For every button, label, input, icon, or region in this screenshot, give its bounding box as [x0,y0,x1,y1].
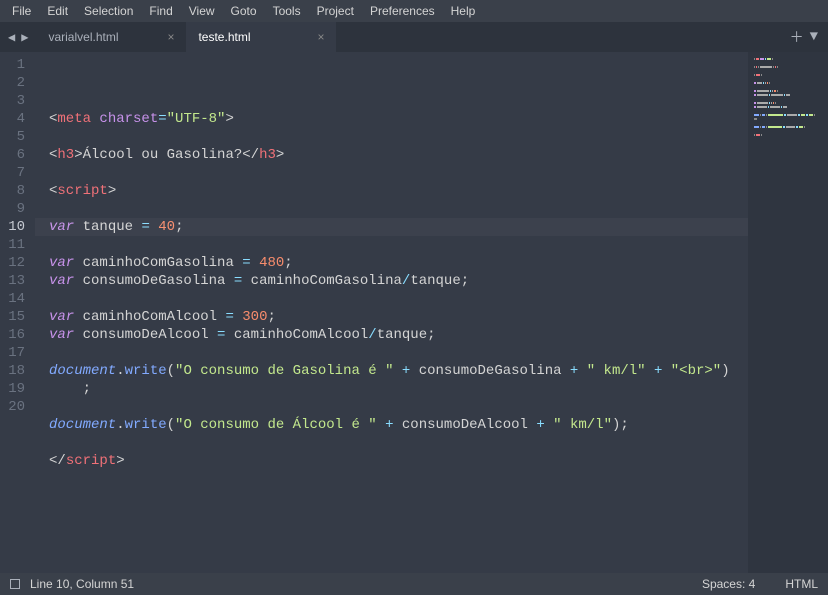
line-gutter: 1234567891011121314151617181920 [0,52,35,573]
statusbar: Line 10, Column 51 Spaces: 4 HTML [0,573,828,595]
tab-label: teste.html [198,30,250,44]
menu-preferences[interactable]: Preferences [362,4,443,18]
menu-goto[interactable]: Goto [223,4,265,18]
menu-selection[interactable]: Selection [76,4,141,18]
cursor-position[interactable]: Line 10, Column 51 [30,577,134,591]
tabbar: ◀ ▶ varialvel.html × teste.html × ＋ ▼ [0,22,828,52]
menu-file[interactable]: File [4,4,39,18]
editor[interactable]: 1234567891011121314151617181920 <meta ch… [0,52,828,573]
tab-varialvel-html[interactable]: varialvel.html × [36,22,186,52]
close-icon[interactable]: × [317,30,324,44]
tabbar-right: ＋ ▼ [780,22,828,52]
tab-dropdown-icon[interactable]: ▼ [810,29,818,45]
menu-edit[interactable]: Edit [39,4,76,18]
menu-find[interactable]: Find [141,4,180,18]
nav-forward-icon[interactable]: ▶ [21,30,28,45]
tab-teste-html[interactable]: teste.html × [186,22,336,52]
code-area[interactable]: <meta charset="UTF-8"> <h3>Álcool ou Gas… [35,52,748,573]
nav-back-icon[interactable]: ◀ [8,30,15,45]
menu-help[interactable]: Help [443,4,484,18]
close-icon[interactable]: × [167,30,174,44]
indent-setting[interactable]: Spaces: 4 [702,577,755,591]
status-panel-icon[interactable] [10,579,20,589]
menu-project[interactable]: Project [309,4,362,18]
syntax-language[interactable]: HTML [785,577,818,591]
minimap[interactable] [748,52,828,573]
menubar: FileEditSelectionFindViewGotoToolsProjec… [0,0,828,22]
menu-view[interactable]: View [181,4,223,18]
new-tab-icon[interactable]: ＋ [790,27,804,47]
tabs: varialvel.html × teste.html × [36,22,336,52]
tab-nav: ◀ ▶ [0,22,36,52]
menu-tools[interactable]: Tools [265,4,309,18]
tab-label: varialvel.html [48,30,118,44]
